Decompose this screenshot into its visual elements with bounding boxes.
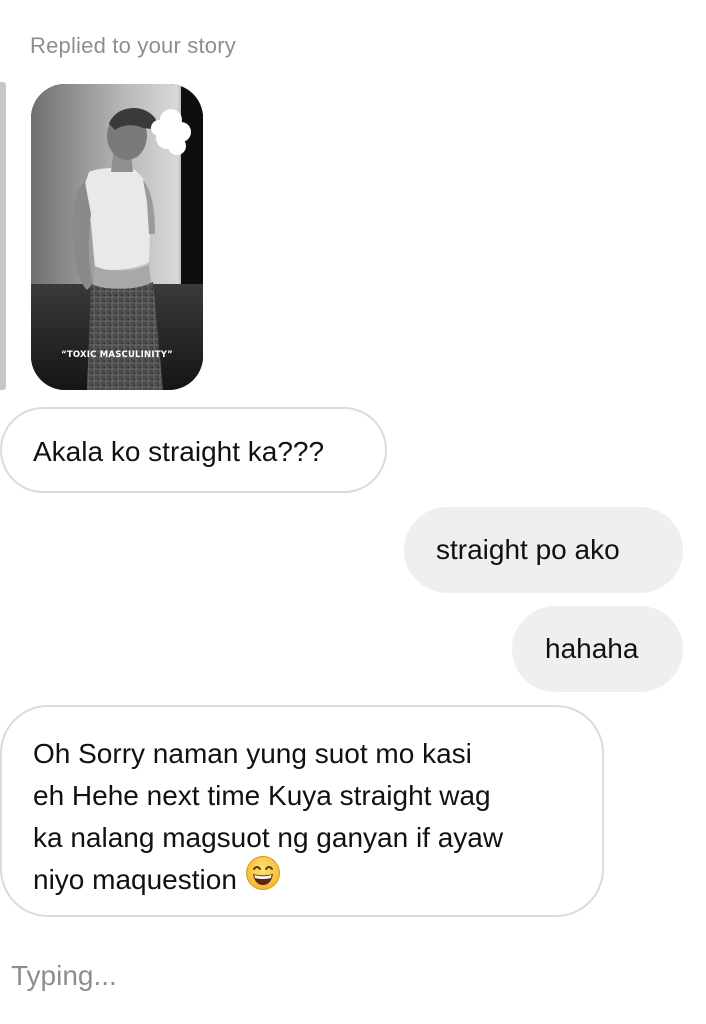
message-text-line: niyo maquestion — [33, 855, 592, 903]
story-photo — [31, 84, 203, 390]
replied-to-story-label: Replied to your story — [30, 33, 236, 58]
story-caption: “TOXIC MASCULINITY” — [61, 350, 173, 360]
incoming-message-bubble[interactable]: Oh Sorry naman yung suot mo kasi eh Hehe… — [0, 705, 604, 917]
outgoing-message-bubble[interactable]: hahaha — [512, 606, 683, 692]
story-reply-bar — [0, 82, 6, 390]
message-text: Akala ko straight ka??? — [33, 436, 325, 467]
story-thumbnail[interactable]: “TOXIC MASCULINITY” — [31, 84, 203, 390]
message-text-line: ka nalang magsuot ng ganyan if ayaw — [33, 822, 504, 853]
incoming-message-bubble[interactable]: Akala ko straight ka??? — [0, 407, 387, 493]
outgoing-message-bubble[interactable]: straight po ako — [404, 507, 683, 593]
message-text-line-content: niyo maquestion — [33, 864, 237, 895]
typing-indicator: Typing... — [11, 960, 117, 991]
message-text: hahaha — [545, 633, 639, 664]
message-text: straight po ako — [436, 534, 620, 565]
grinning-face-icon — [245, 855, 281, 903]
message-text-line: eh Hehe next time Kuya straight wag — [33, 780, 491, 811]
message-text-line: Oh Sorry naman yung suot mo kasi — [33, 738, 472, 769]
